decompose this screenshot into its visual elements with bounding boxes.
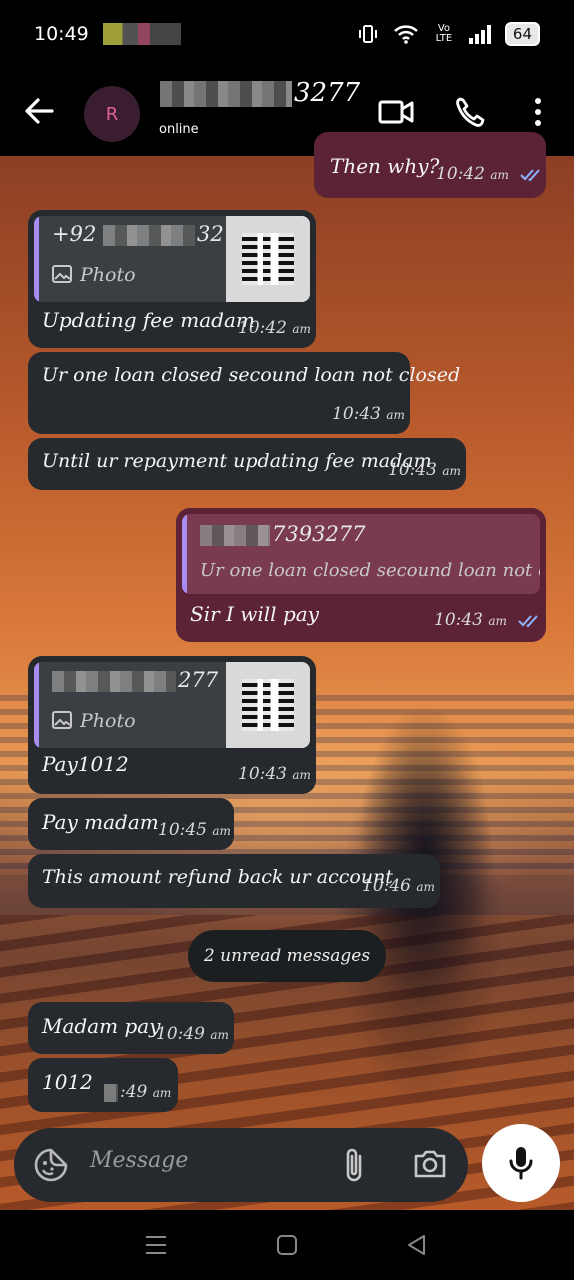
message-text: Madam pay bbox=[42, 1014, 161, 1038]
message-bubble-incoming[interactable]: Ur one loan closed secound loan not clos… bbox=[28, 352, 460, 434]
message-time: 10:43 am bbox=[238, 764, 311, 784]
message-bubble-incoming[interactable]: Pay madam 10:45 am bbox=[28, 798, 234, 850]
status-bar: 10:49 Vo LTE 64 bbox=[0, 0, 574, 68]
quote-accent-bar bbox=[34, 662, 39, 748]
message-time: 10:42 am bbox=[238, 318, 311, 338]
message-input[interactable]: Message bbox=[90, 1148, 188, 1173]
message-text: Pay madam bbox=[42, 810, 159, 834]
quote-sender-redacted bbox=[52, 671, 176, 692]
vibrate-icon bbox=[358, 25, 377, 43]
message-text: Sir I will pay bbox=[190, 602, 319, 626]
quote-text: Ur one loan closed secound loan not clos… bbox=[200, 560, 540, 581]
message-time: 10:49 am bbox=[156, 1024, 229, 1044]
message-text: Until ur repayment updating fee madam bbox=[42, 450, 432, 472]
message-time: 10:43 am bbox=[434, 610, 544, 630]
quote-sender: 7393277 bbox=[200, 522, 366, 546]
battery-indicator: 64 bbox=[504, 22, 540, 46]
message-time: 10:42 am bbox=[436, 164, 546, 184]
unread-messages-divider: 2 unread messages bbox=[188, 930, 386, 982]
volte-label: Vo LTE bbox=[435, 23, 453, 44]
quote-text: Photo bbox=[52, 264, 136, 286]
attach-icon[interactable] bbox=[340, 1146, 368, 1184]
quote-sender: 277 bbox=[52, 668, 218, 692]
message-text: Then why? bbox=[330, 154, 440, 178]
message-bubble-incoming[interactable]: This amount refund back ur account 10:46… bbox=[28, 854, 440, 908]
message-time: 10:46 am bbox=[362, 876, 435, 896]
wifi-icon bbox=[394, 25, 418, 44]
status-icons: Vo LTE 64 bbox=[357, 22, 540, 46]
message-input-bar: Message bbox=[14, 1128, 468, 1202]
read-receipt-icon bbox=[520, 168, 541, 181]
contact-name-suffix: 3277 bbox=[294, 78, 361, 108]
message-bubble-incoming[interactable]: +92 3277 Photo Updating fee madam 10:42 … bbox=[28, 210, 316, 348]
message-bubble-incoming[interactable]: Madam pay 10:49 am bbox=[28, 1002, 234, 1054]
more-options-icon[interactable] bbox=[526, 96, 550, 128]
contact-name[interactable]: 3277 bbox=[160, 78, 360, 108]
quote-sender: +92 3277 bbox=[52, 222, 251, 246]
time-redacted bbox=[104, 1083, 118, 1102]
camera-icon[interactable] bbox=[412, 1148, 448, 1180]
system-nav-bar bbox=[0, 1210, 574, 1280]
microphone-icon bbox=[509, 1147, 533, 1180]
avatar-letter: R bbox=[105, 103, 119, 125]
qr-code-image bbox=[242, 679, 294, 731]
message-text: Pay1012 bbox=[42, 752, 129, 776]
notification-icons-redacted bbox=[102, 23, 181, 45]
wallpaper-figure bbox=[330, 635, 520, 1055]
quote-text: Photo bbox=[52, 710, 136, 732]
message-time: 10:45 am bbox=[158, 820, 231, 840]
sticker-icon[interactable] bbox=[34, 1148, 68, 1182]
photo-icon bbox=[52, 265, 72, 283]
status-time: 10:49 bbox=[34, 23, 89, 45]
qr-code-thumbnail[interactable] bbox=[226, 662, 310, 748]
home-icon[interactable] bbox=[274, 1232, 300, 1258]
message-bubble-incoming[interactable]: Until ur repayment updating fee madam 10… bbox=[28, 438, 466, 490]
message-time: 10:43 am bbox=[332, 404, 405, 424]
read-receipt-icon bbox=[518, 614, 539, 627]
quote-sender-redacted bbox=[200, 525, 270, 546]
photo-icon bbox=[52, 711, 72, 729]
video-call-icon[interactable] bbox=[378, 96, 414, 128]
message-bubble-incoming[interactable]: 1012 :49 am bbox=[28, 1058, 178, 1112]
contact-name-redacted bbox=[160, 81, 292, 107]
message-time: :49 am bbox=[104, 1082, 171, 1102]
message-text: This amount refund back ur account bbox=[42, 866, 393, 888]
quoted-photo-message[interactable]: 277 Photo bbox=[34, 662, 310, 748]
qr-code-thumbnail[interactable] bbox=[226, 216, 310, 302]
message-text: Updating fee madam bbox=[42, 308, 255, 332]
message-bubble-outgoing[interactable]: Then why? 10:42 am bbox=[314, 132, 546, 198]
back-arrow-icon[interactable] bbox=[22, 94, 56, 128]
message-time: 10:43 am bbox=[388, 460, 461, 480]
quote-accent-bar bbox=[34, 216, 39, 302]
signal-icon bbox=[468, 24, 491, 44]
avatar[interactable]: R bbox=[84, 86, 140, 142]
message-text: 1012 bbox=[42, 1070, 93, 1094]
contact-status: online bbox=[159, 122, 199, 137]
quote-sender-redacted bbox=[103, 225, 196, 246]
voice-record-button[interactable] bbox=[482, 1124, 560, 1202]
quote-accent-bar bbox=[182, 514, 187, 594]
message-text: Ur one loan closed secound loan not clos… bbox=[42, 364, 461, 386]
message-bubble-incoming[interactable]: 277 Photo Pay1012 10:43 am bbox=[28, 656, 316, 794]
back-nav-icon[interactable] bbox=[404, 1232, 430, 1258]
recent-apps-icon[interactable] bbox=[143, 1232, 169, 1258]
qr-code-image bbox=[242, 233, 294, 285]
message-bubble-outgoing[interactable]: 7393277 Ur one loan closed secound loan … bbox=[176, 508, 546, 642]
phone-call-icon[interactable] bbox=[454, 96, 490, 128]
quoted-text-message[interactable]: 7393277 Ur one loan closed secound loan … bbox=[182, 514, 540, 594]
quoted-photo-message[interactable]: +92 3277 Photo bbox=[34, 216, 310, 302]
